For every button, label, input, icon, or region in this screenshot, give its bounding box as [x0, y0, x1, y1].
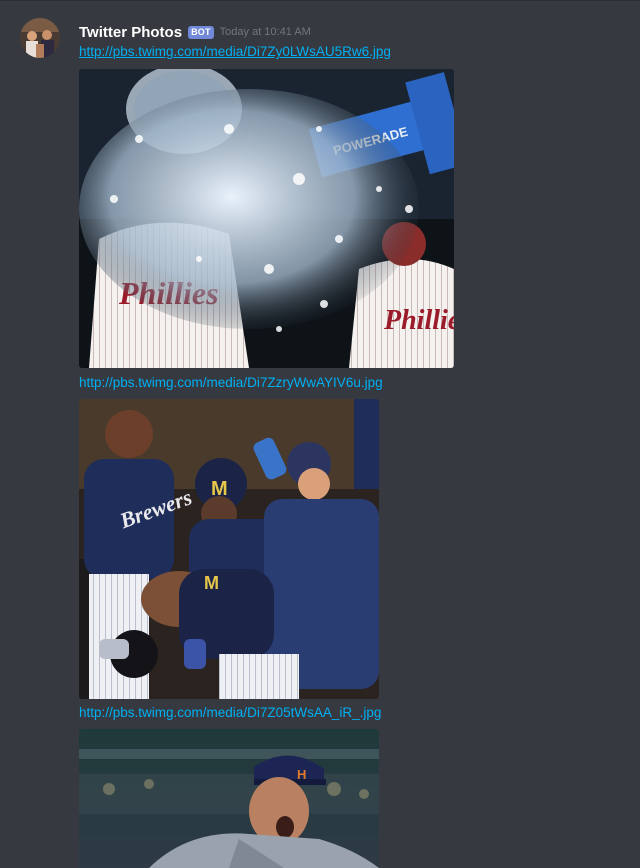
- timestamp[interactable]: Today at 10:41 AM: [220, 26, 311, 38]
- top-divider: [0, 0, 640, 1]
- embed-image-2[interactable]: Brewers M M: [79, 399, 379, 699]
- brewers-jersey-number: M: [204, 573, 219, 593]
- message-header: Twitter Photos BOT Today at 10:41 AM: [79, 22, 311, 42]
- photo: H: [79, 729, 379, 868]
- photo: POWERADE Phillies Phillies: [79, 69, 454, 368]
- image-link-3[interactable]: http://pbs.twimg.com/media/Di7Z05tWsAA_i…: [79, 705, 381, 720]
- avatar-image: [20, 18, 60, 58]
- image-link-2[interactable]: http://pbs.twimg.com/media/Di7ZzryWwAYIV…: [79, 375, 383, 390]
- image-link-1[interactable]: http://pbs.twimg.com/media/Di7Zy0LWsAU5R…: [79, 44, 391, 59]
- phillies-logo-right: Phillies: [383, 305, 454, 336]
- bot-tag: BOT: [188, 25, 214, 39]
- avatar[interactable]: [20, 18, 60, 58]
- embed-image-1[interactable]: POWERADE Phillies Phillies: [79, 69, 454, 368]
- embed-image-3[interactable]: H: [79, 729, 379, 868]
- username[interactable]: Twitter Photos: [79, 24, 182, 41]
- photo: Brewers M M: [79, 399, 379, 699]
